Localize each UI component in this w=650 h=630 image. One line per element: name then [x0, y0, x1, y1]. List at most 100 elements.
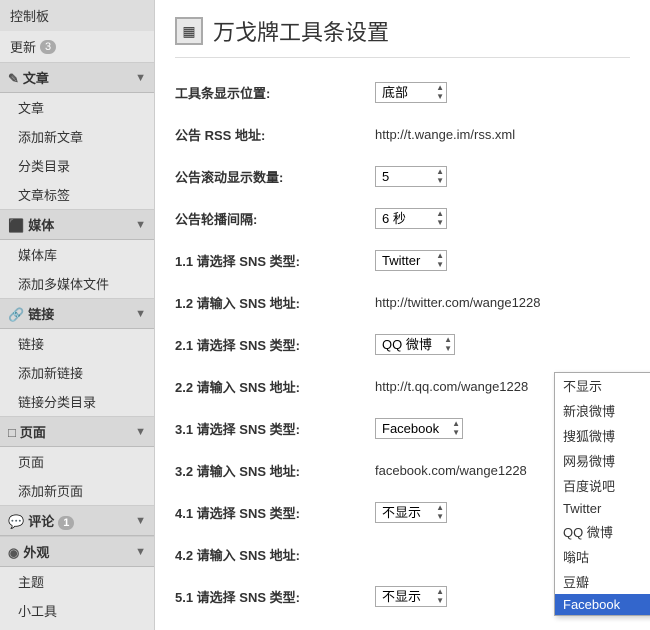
select-wrapper-sns-4-1: 不显示 ▲▼	[375, 502, 447, 523]
select-wrapper-sns-2-1: QQ 微博 ▲▼	[375, 334, 455, 355]
page-title-icon: ▦	[175, 17, 203, 45]
form-row-sns-2-1: 2.1 请选择 SNS 类型: QQ 微博 ▲▼	[175, 330, 630, 358]
select-wrapper-sns-1-1: Twitter ▲▼	[375, 250, 447, 271]
select-sns-5-1[interactable]: 不显示	[376, 587, 446, 606]
section-header-pages[interactable]: □ 页面 ▼	[0, 416, 154, 447]
form-row-interval: 公告轮播间隔: 6 秒 3 秒 10 秒 ▲▼	[175, 204, 630, 232]
article-icon: ✎	[8, 71, 19, 86]
appearance-icon: ◉	[8, 545, 19, 560]
section-title-pages: 页面	[20, 425, 46, 440]
value-rss: http://t.wange.im/rss.xml	[375, 127, 630, 142]
value-interval: 6 秒 3 秒 10 秒 ▲▼	[375, 208, 630, 229]
sidebar-item-categories[interactable]: 分类目录	[0, 151, 154, 180]
section-header-comments[interactable]: 💬评论1 ▼	[0, 505, 154, 536]
sidebar-item-dashboard[interactable]: 控制板	[0, 0, 154, 31]
select-wrapper-position: 底部 顶部 ▲▼	[375, 82, 447, 103]
page-title-container: ▦ 万戈牌工具条设置	[175, 15, 630, 58]
section-header-links[interactable]: 🔗 链接 ▼	[0, 298, 154, 329]
value-sns-1-1: Twitter ▲▼	[375, 250, 630, 271]
sidebar-item-add-page[interactable]: 添加新页面	[0, 476, 154, 505]
dropdown-option-163[interactable]: 网易微博	[555, 448, 650, 473]
label-sns-4-1: 4.1 请选择 SNS 类型:	[175, 503, 375, 522]
select-wrapper-interval: 6 秒 3 秒 10 秒 ▲▼	[375, 208, 447, 229]
sidebar-item-media-library[interactable]: 媒体库	[0, 240, 154, 269]
dropdown-option-qq[interactable]: QQ 微博	[555, 519, 650, 544]
select-sns-4-1[interactable]: 不显示	[376, 503, 446, 522]
select-sns-2-1[interactable]: QQ 微博	[376, 335, 454, 354]
form-row-rss: 公告 RSS 地址: http://t.wange.im/rss.xml	[175, 120, 630, 148]
rss-url-text: http://t.wange.im/rss.xml	[375, 127, 515, 142]
sidebar-item-menu[interactable]: 菜单	[0, 625, 154, 630]
form-row-toolbar-position: 工具条显示位置: 底部 顶部 ▲▼	[175, 78, 630, 106]
label-toolbar-position: 工具条显示位置:	[175, 83, 375, 102]
dropdown-option-hide[interactable]: 不显示	[555, 373, 650, 398]
value-sns-1-2: http://twitter.com/wange1228	[375, 295, 630, 310]
section-title-media: 媒体	[28, 218, 54, 233]
dropdown-option-sohu[interactable]: 搜狐微博	[555, 423, 650, 448]
sidebar-item-theme[interactable]: 主题	[0, 567, 154, 596]
select-wrapper-count: 5 3 10 ▲▼	[375, 166, 447, 187]
form-row-sns-1-2: 1.2 请输入 SNS 地址: http://twitter.com/wange…	[175, 288, 630, 316]
label-rss: 公告 RSS 地址:	[175, 125, 375, 144]
form-row-sns-1-1: 1.1 请选择 SNS 类型: Twitter ▲▼	[175, 246, 630, 274]
select-position[interactable]: 底部 顶部	[376, 83, 446, 102]
section-header-appearance[interactable]: ◉外观 ▼	[0, 536, 154, 567]
label-interval: 公告轮播间隔:	[175, 209, 375, 228]
select-interval[interactable]: 6 秒 3 秒 10 秒	[376, 209, 446, 228]
sidebar-item-updates[interactable]: 更新 3	[0, 31, 154, 62]
title-icon-glyph: ▦	[182, 23, 195, 40]
form-row-scroll-count: 公告滚动显示数量: 5 3 10 ▲▼	[175, 162, 630, 190]
sidebar-item-link-categories[interactable]: 链接分类目录	[0, 387, 154, 416]
dropdown-option-sina[interactable]: 新浪微博	[555, 398, 650, 423]
page-title: 万戈牌工具条设置	[213, 15, 389, 47]
select-sns-1-1[interactable]: Twitter	[376, 251, 446, 270]
section-arrow-links: ▼	[135, 308, 146, 320]
dropdown-option-douban[interactable]: 豆瓣	[555, 569, 650, 594]
label-sns-3-1: 3.1 请选择 SNS 类型:	[175, 419, 375, 438]
label-scroll-count: 公告滚动显示数量:	[175, 167, 375, 186]
section-header-media[interactable]: ⬛ 媒体 ▼	[0, 209, 154, 240]
section-arrow-pages: ▼	[135, 426, 146, 438]
dashboard-label: 控制板	[10, 6, 49, 25]
section-title-comments: 评论	[28, 514, 54, 529]
select-count[interactable]: 5 3 10	[376, 167, 446, 186]
sidebar: 控制板 更新 3 ✎文章 ▼ 文章 添加新文章 分类目录 文章标签 ⬛媒体 ▼ …	[0, 0, 155, 630]
dropdown-option-baidu[interactable]: 百度说吧	[555, 473, 650, 498]
sidebar-item-widgets[interactable]: 小工具	[0, 596, 154, 625]
select-wrapper-sns-5-1: 不显示 ▲▼	[375, 586, 447, 607]
sns-2-2-url: http://t.qq.com/wange1228	[375, 379, 528, 394]
section-arrow-appearance: ▼	[135, 546, 146, 558]
section-arrow: ▼	[135, 72, 146, 84]
media-icon: ⬛	[8, 218, 24, 233]
updates-badge: 3	[40, 40, 56, 54]
sidebar-item-links[interactable]: 链接	[0, 329, 154, 358]
sidebar-item-add-media[interactable]: 添加多媒体文件	[0, 269, 154, 298]
sidebar-item-tags[interactable]: 文章标签	[0, 180, 154, 209]
main-content: ▦ 万戈牌工具条设置 工具条显示位置: 底部 顶部 ▲▼ 公告 RSS 地址: …	[155, 0, 650, 630]
sidebar-item-add-link[interactable]: 添加新链接	[0, 358, 154, 387]
section-arrow-comments: ▼	[135, 515, 146, 527]
sidebar-item-articles[interactable]: 文章	[0, 93, 154, 122]
sidebar-item-add-article[interactable]: 添加新文章	[0, 122, 154, 151]
pages-icon: □	[8, 425, 16, 440]
label-sns-5-1: 5.1 请选择 SNS 类型:	[175, 587, 375, 606]
value-sns-2-1: QQ 微博 ▲▼	[375, 334, 630, 355]
dropdown-option-wenggu[interactable]: 嗡咕	[555, 544, 650, 569]
dropdown-option-facebook[interactable]: Facebook	[555, 594, 650, 615]
dropdown-option-twitter[interactable]: Twitter	[555, 498, 650, 519]
sns-1-2-url: http://twitter.com/wange1228	[375, 295, 540, 310]
section-title-links: 链接	[28, 307, 54, 322]
section-header-articles[interactable]: ✎文章 ▼	[0, 62, 154, 93]
label-sns-1-2: 1.2 请输入 SNS 地址:	[175, 293, 375, 312]
value-scroll-count: 5 3 10 ▲▼	[375, 166, 630, 187]
section-arrow-media: ▼	[135, 219, 146, 231]
value-toolbar-position: 底部 顶部 ▲▼	[375, 82, 630, 103]
sidebar-item-pages[interactable]: 页面	[0, 447, 154, 476]
sns-type-dropdown: 不显示 新浪微博 搜狐微博 网易微博 百度说吧 Twitter QQ 微博 嗡咕…	[554, 372, 650, 616]
links-icon: 🔗	[8, 307, 24, 322]
select-sns-3-1[interactable]: Facebook	[376, 419, 462, 438]
comments-badge: 1	[58, 516, 74, 530]
label-sns-3-2: 3.2 请输入 SNS 地址:	[175, 461, 375, 480]
updates-label: 更新	[10, 37, 36, 56]
form-row-sns-5-2: 5.2 请输入 SNS 地址:	[175, 624, 630, 630]
